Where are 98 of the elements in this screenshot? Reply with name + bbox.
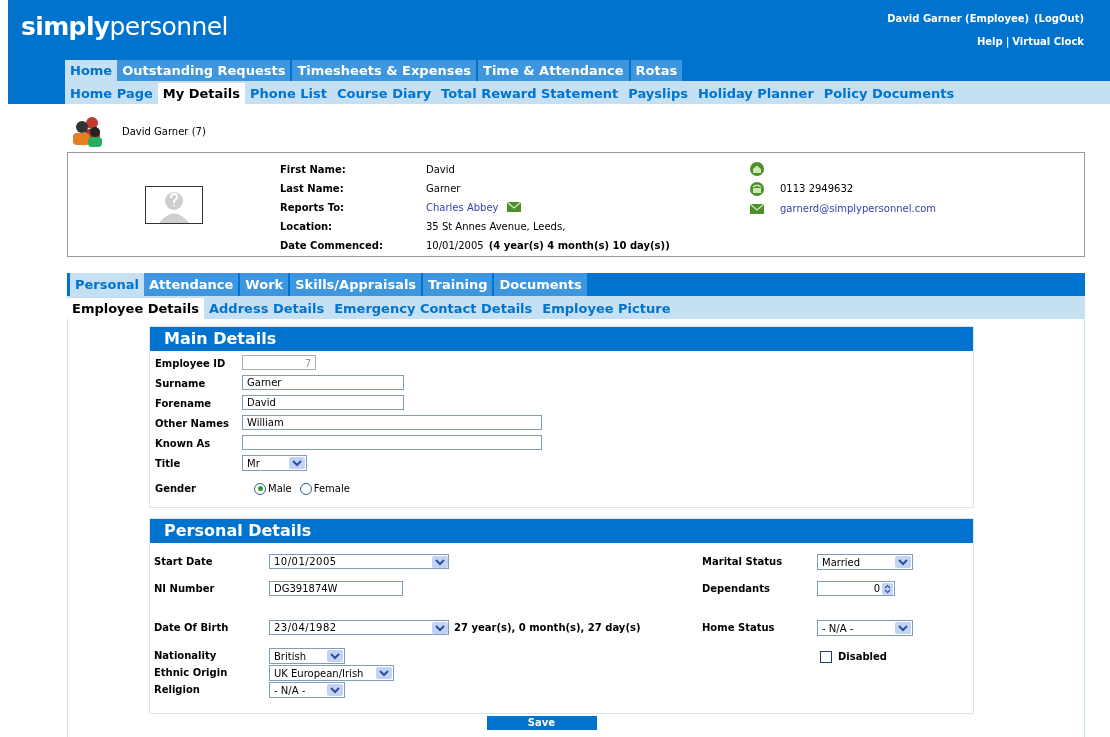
- header-link[interactable]: Help: [976, 34, 1003, 49]
- detail-label: First Name:: [280, 162, 347, 177]
- spinner-arrows-icon: [882, 582, 893, 595]
- date-picker[interactable]: 23/04/1982: [269, 620, 449, 635]
- field-label: Surname: [155, 377, 207, 391]
- logo: simplypersonnel: [20, 11, 228, 43]
- chevron-down-icon: [895, 556, 911, 568]
- radio-label: Female: [313, 482, 350, 496]
- detail-value: David: [426, 162, 455, 177]
- radio-button[interactable]: [299, 482, 312, 495]
- tab[interactable]: Address Details: [204, 298, 330, 319]
- tab[interactable]: Payslips: [623, 83, 693, 104]
- home-icon: [750, 161, 764, 176]
- user-name: David Garner (Employee): [887, 12, 1030, 26]
- tab[interactable]: Policy Documents: [818, 83, 960, 104]
- dropdown[interactable]: British: [269, 648, 345, 664]
- manager-link[interactable]: Charles Abbey: [426, 199, 499, 215]
- text-field[interactable]: David: [242, 395, 404, 410]
- detail-label: Location:: [280, 219, 334, 234]
- tab[interactable]: Course Diary: [332, 83, 437, 104]
- tab[interactable]: Attendance: [143, 273, 239, 296]
- chevron-down-icon: [895, 622, 911, 634]
- tab[interactable]: Outstanding Requests: [117, 60, 291, 81]
- age-text: 27 year(s), 0 month(s), 27 day(s): [454, 621, 641, 635]
- logout-link[interactable]: (LogOut): [1034, 11, 1084, 26]
- checkbox[interactable]: [820, 650, 832, 663]
- employee-name: David Garner (7): [122, 124, 206, 139]
- field-label: Employee ID: [155, 357, 227, 371]
- detail-label: Last Name:: [280, 181, 345, 196]
- radio-label: Male: [268, 482, 292, 496]
- avatar-placeholder-icon: [145, 185, 203, 224]
- text-field[interactable]: [242, 435, 542, 450]
- tab[interactable]: Total Reward Statement: [436, 83, 624, 104]
- tab[interactable]: Emergency Contact Details: [329, 298, 538, 319]
- service-length: (4 year(s) 4 month(s) 10 day(s)): [488, 238, 670, 253]
- field-label: Religion: [154, 683, 201, 697]
- employee-id-field: 7: [242, 355, 316, 370]
- separator: |: [1005, 35, 1010, 49]
- tab[interactable]: Personal: [70, 273, 144, 296]
- tab[interactable]: Home Page: [65, 83, 158, 104]
- field-label: Title: [155, 457, 182, 471]
- chevron-down-icon: [289, 457, 305, 469]
- field-label: Gender: [155, 482, 197, 496]
- save-button[interactable]: Save: [486, 716, 597, 730]
- text-field[interactable]: Garner: [242, 375, 404, 390]
- chevron-down-icon: [327, 650, 343, 662]
- dropdown[interactable]: - N/A -: [269, 682, 345, 698]
- text-field[interactable]: DG391874W: [269, 581, 403, 596]
- tab[interactable]: Training: [423, 273, 493, 296]
- tab[interactable]: Timesheets & Expenses: [292, 60, 477, 81]
- field-label: Marital Status: [702, 555, 784, 569]
- dropdown[interactable]: UK European/Irish: [269, 665, 394, 681]
- chevron-down-icon: [432, 621, 448, 634]
- detail-label: Date Commenced:: [280, 238, 384, 253]
- dropdown[interactable]: - N/A -: [817, 620, 913, 636]
- detail-value: Garner: [426, 181, 461, 196]
- envelope-icon: [750, 203, 764, 214]
- field-label: Forename: [155, 397, 213, 411]
- checkbox-label: Disabled: [838, 650, 887, 664]
- phone-number: 0113 2949632: [780, 182, 854, 196]
- number-spinner[interactable]: 0: [817, 581, 895, 596]
- field-label: NI Number: [154, 582, 216, 596]
- field-label: Start Date: [154, 555, 214, 569]
- field-label: Home Status: [702, 621, 776, 635]
- field-label: Date Of Birth: [154, 621, 230, 635]
- chevron-down-icon: [432, 555, 448, 568]
- tab[interactable]: Home: [65, 60, 118, 81]
- radio-button[interactable]: [254, 482, 266, 495]
- tab[interactable]: Employee Details: [67, 298, 204, 319]
- field-label: Other Names: [155, 417, 230, 431]
- field-label: Known As: [155, 437, 212, 451]
- tab[interactable]: My Details: [157, 83, 245, 104]
- email-link[interactable]: garnerd@simplypersonnel.com: [780, 201, 937, 216]
- envelope-icon: [506, 202, 521, 212]
- tab[interactable]: Skills/Appraisals: [290, 273, 422, 296]
- tab[interactable]: Work: [240, 273, 289, 296]
- tab[interactable]: Documents: [494, 273, 587, 296]
- tab[interactable]: Holiday Planner: [692, 83, 819, 104]
- dropdown[interactable]: Mr: [242, 455, 307, 471]
- field-label: Ethnic Origin: [154, 666, 229, 680]
- chevron-down-icon: [376, 667, 392, 679]
- tab[interactable]: Phone List: [244, 83, 332, 104]
- panel-title: Main Details: [150, 327, 973, 351]
- field-label: Dependants: [702, 582, 771, 596]
- tab[interactable]: Time & Attendance: [478, 60, 629, 81]
- header-link[interactable]: Virtual Clock: [1012, 34, 1084, 49]
- tab[interactable]: Rotas: [630, 60, 683, 81]
- phone-icon: [750, 181, 764, 196]
- detail-label: Reports To:: [280, 200, 346, 215]
- detail-value: 35 St Annes Avenue, Leeds,: [426, 219, 566, 234]
- chevron-down-icon: [327, 684, 343, 696]
- date-picker[interactable]: 10/01/2005: [269, 554, 449, 569]
- text-field[interactable]: William: [242, 415, 542, 430]
- detail-value: 10/01/2005: [426, 238, 484, 253]
- panel-title: Personal Details: [150, 519, 973, 543]
- dropdown[interactable]: Married: [817, 554, 913, 570]
- field-label: Nationality: [154, 649, 218, 663]
- tab[interactable]: Employee Picture: [537, 298, 676, 319]
